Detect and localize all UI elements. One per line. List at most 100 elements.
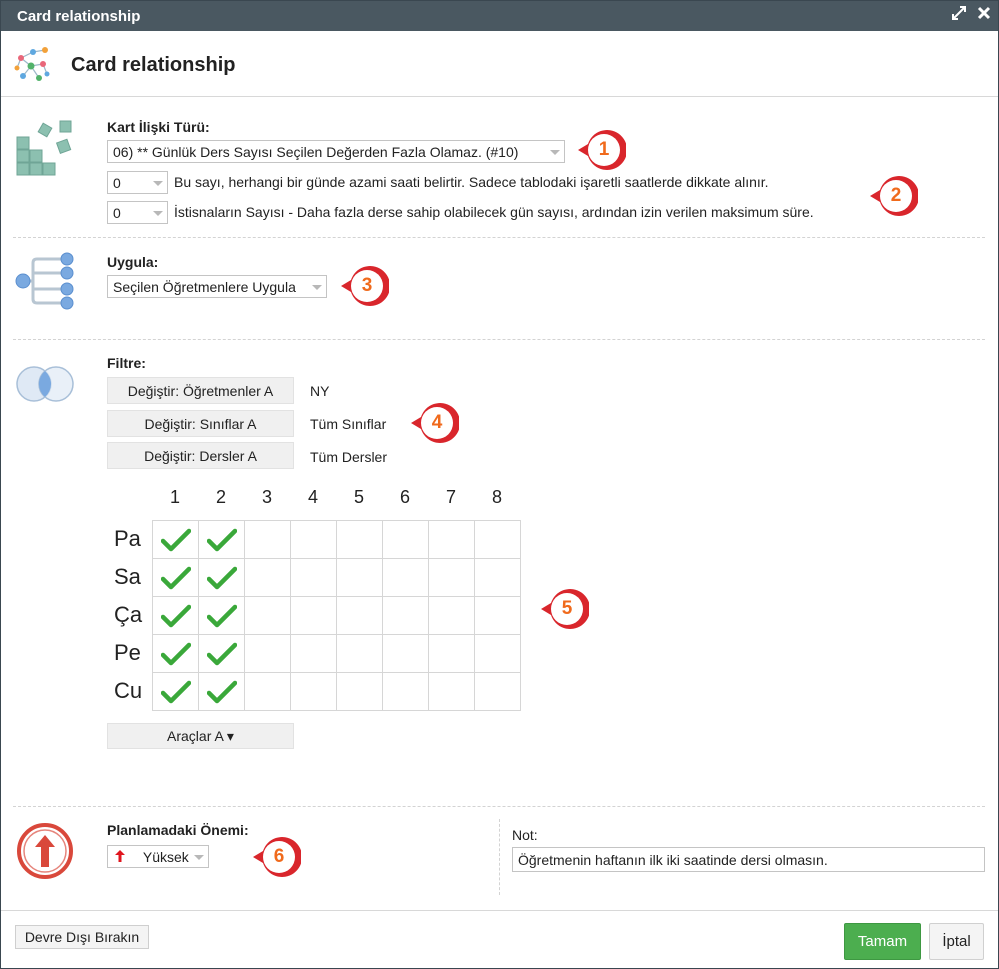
maximize-icon[interactable] [952, 6, 966, 24]
grid-column-header[interactable]: 3 [244, 487, 290, 508]
grid-row-header[interactable]: Pe [114, 640, 141, 666]
grid-cell[interactable] [291, 559, 337, 597]
grid-column-header[interactable]: 2 [198, 487, 244, 508]
grid-cell[interactable] [383, 673, 429, 711]
grid-column-header[interactable]: 5 [336, 487, 382, 508]
grid-cell[interactable] [153, 673, 199, 711]
grid-cell[interactable] [383, 635, 429, 673]
card-relationship-dialog: Card relationship Card relationship Kart… [0, 0, 999, 969]
apply-label: Uygula: [107, 254, 159, 270]
annotation-badge: 4 [411, 401, 461, 445]
checkmark-icon [160, 604, 192, 631]
importance-value: Yüksek [142, 849, 189, 865]
grid-cell[interactable] [291, 673, 337, 711]
grid-cell[interactable] [429, 635, 475, 673]
grid-cell[interactable] [291, 597, 337, 635]
grid-cell[interactable] [337, 559, 383, 597]
grid-row-header[interactable]: Cu [114, 678, 142, 704]
section-divider [13, 806, 985, 807]
window-title: Card relationship [17, 8, 141, 25]
max-hours-value: 0 [113, 175, 121, 191]
tree-branch-icon [15, 251, 77, 314]
importance-select[interactable]: Yüksek [107, 845, 209, 868]
grid-cell[interactable] [291, 521, 337, 559]
grid-cell[interactable] [475, 673, 521, 711]
annotation-badge: 5 [541, 587, 591, 631]
note-input[interactable]: Öğretmenin haftanın ilk iki saatinde der… [512, 847, 985, 872]
disable-button[interactable]: Devre Dışı Bırakın [15, 925, 149, 949]
grid-cell[interactable] [245, 673, 291, 711]
checkmark-icon [206, 528, 238, 555]
chevron-down-icon [550, 150, 560, 155]
chevron-down-icon [194, 855, 204, 860]
grid-column-header[interactable]: 7 [428, 487, 474, 508]
checkmark-icon [160, 528, 192, 555]
grid-cell[interactable] [199, 559, 245, 597]
teachers-filter-value: NY [310, 383, 330, 399]
grid-column-header[interactable]: 4 [290, 487, 336, 508]
grid-cell[interactable] [429, 673, 475, 711]
change-subjects-button[interactable]: Değiştir: Dersler A [107, 442, 294, 469]
grid-cell[interactable] [199, 597, 245, 635]
grid-row-header[interactable]: Ça [114, 602, 142, 628]
checkmark-icon [206, 566, 238, 593]
apply-select[interactable]: Seçilen Öğretmenlere Uygula [107, 275, 327, 298]
title-bar[interactable]: Card relationship [1, 1, 998, 31]
grid-cell[interactable] [383, 597, 429, 635]
exceptions-value: 0 [113, 205, 121, 221]
grid-column-header[interactable]: 6 [382, 487, 428, 508]
checkmark-icon [206, 642, 238, 669]
grid-column-header[interactable]: 8 [474, 487, 520, 508]
grid-cell[interactable] [153, 597, 199, 635]
subjects-filter-value: Tüm Dersler [310, 449, 388, 465]
grid-cell[interactable] [475, 597, 521, 635]
change-teachers-button[interactable]: Değiştir: Öğretmenler A [107, 377, 294, 404]
relation-type-select[interactable]: 06) ** Günlük Ders Sayısı Seçilen Değerd… [107, 140, 565, 163]
grid-cell[interactable] [245, 635, 291, 673]
grid-cell[interactable] [475, 635, 521, 673]
grid-cell[interactable] [153, 521, 199, 559]
grid-cell[interactable] [383, 559, 429, 597]
section-divider [13, 339, 985, 340]
grid-cell[interactable] [291, 635, 337, 673]
grid-cell[interactable] [429, 559, 475, 597]
grid-column-header[interactable]: 1 [152, 487, 198, 508]
grid-cell[interactable] [153, 635, 199, 673]
grid-cell[interactable] [199, 521, 245, 559]
checkmark-icon [160, 566, 192, 593]
tools-button[interactable]: Araçlar A ▾ [107, 723, 294, 749]
apply-value: Seçilen Öğretmenlere Uygula [113, 279, 296, 295]
grid-cell[interactable] [245, 521, 291, 559]
grid-cell[interactable] [475, 521, 521, 559]
grid-cell[interactable] [337, 673, 383, 711]
annotation-number: 1 [598, 139, 610, 160]
annotation-number: 2 [890, 185, 902, 206]
exceptions-description: İstisnaların Sayısı - Daha fazla derse s… [174, 204, 814, 220]
grid-cell[interactable] [199, 635, 245, 673]
chevron-down-icon [312, 285, 322, 290]
change-classes-button[interactable]: Değiştir: Sınıflar A [107, 410, 294, 437]
grid-cell[interactable] [337, 635, 383, 673]
cancel-button[interactable]: İptal [929, 923, 984, 960]
ok-button[interactable]: Tamam [844, 923, 921, 960]
grid-body [152, 520, 521, 711]
annotation-badge: 3 [341, 264, 391, 308]
exceptions-select[interactable]: 0 [107, 201, 168, 224]
grid-cell[interactable] [429, 521, 475, 559]
max-hours-select[interactable]: 0 [107, 171, 168, 194]
grid-cell[interactable] [199, 673, 245, 711]
classes-filter-value: Tüm Sınıflar [310, 416, 387, 432]
grid-cell[interactable] [383, 521, 429, 559]
grid-row-header[interactable]: Pa [114, 526, 141, 552]
arrow-up-circle-icon [15, 821, 75, 884]
grid-row-header[interactable]: Sa [114, 564, 141, 590]
grid-cell[interactable] [337, 597, 383, 635]
grid-cell[interactable] [153, 559, 199, 597]
grid-cell[interactable] [429, 597, 475, 635]
grid-cell[interactable] [245, 559, 291, 597]
grid-cell[interactable] [337, 521, 383, 559]
close-icon[interactable] [977, 6, 991, 24]
grid-cell[interactable] [245, 597, 291, 635]
relation-type-value: 06) ** Günlük Ders Sayısı Seçilen Değerd… [113, 144, 519, 160]
grid-cell[interactable] [475, 559, 521, 597]
